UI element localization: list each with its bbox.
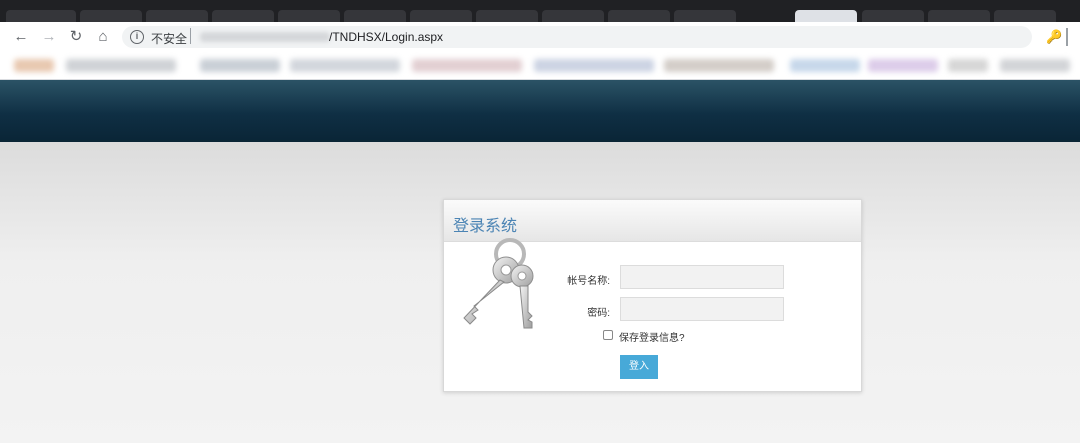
browser-tab[interactable] <box>476 10 538 22</box>
url-host-redacted <box>200 32 330 42</box>
keys-icon <box>463 238 534 329</box>
address-bar[interactable]: i 不安全 /TNDHSX/Login.aspx <box>122 26 1032 48</box>
browser-tab[interactable] <box>344 10 406 22</box>
browser-tab[interactable] <box>674 10 736 22</box>
info-icon[interactable]: i <box>130 30 144 44</box>
password-label: 密码: <box>587 308 610 319</box>
url-separator <box>190 28 191 44</box>
bookmark-item[interactable] <box>66 59 176 72</box>
login-title: 登录系统 <box>453 218 518 235</box>
username-input[interactable] <box>620 265 784 289</box>
bookmark-item[interactable] <box>868 59 938 72</box>
login-button[interactable]: 登入 <box>620 355 658 379</box>
security-status[interactable]: 不安全 <box>151 30 187 47</box>
browser-tab[interactable] <box>862 10 924 22</box>
forward-icon[interactable]: → <box>40 28 58 46</box>
remember-checkbox[interactable] <box>603 330 613 340</box>
key-icon[interactable]: 🔑 <box>1046 29 1062 45</box>
browser-tab[interactable] <box>410 10 472 22</box>
bookmarks-bar <box>0 52 1080 80</box>
username-label: 帐号名称: <box>567 276 610 287</box>
browser-tab-active[interactable] <box>795 10 857 22</box>
url-path[interactable]: /TNDHSX/Login.aspx <box>329 30 443 44</box>
page-banner <box>0 80 1080 142</box>
browser-tab[interactable] <box>928 10 990 22</box>
back-icon[interactable]: ← <box>12 28 30 46</box>
reload-icon[interactable]: ↻ <box>67 28 85 46</box>
remember-label[interactable]: 保存登录信息? <box>619 329 685 344</box>
browser-toolbar: ← → ↻ ⌂ i 不安全 /TNDHSX/Login.aspx 🔑 <box>0 22 1080 52</box>
bookmark-item[interactable] <box>664 59 774 72</box>
browser-tab[interactable] <box>6 10 76 22</box>
toolbar-divider <box>1066 28 1068 46</box>
browser-tabstrip <box>0 0 1080 22</box>
browser-tab[interactable] <box>278 10 340 22</box>
password-input[interactable] <box>620 297 784 321</box>
bookmark-item[interactable] <box>790 59 860 72</box>
bookmark-item[interactable] <box>200 59 280 72</box>
browser-tab[interactable] <box>608 10 670 22</box>
browser-tab[interactable] <box>994 10 1056 22</box>
browser-tab[interactable] <box>212 10 274 22</box>
browser-tab[interactable] <box>542 10 604 22</box>
bookmark-item[interactable] <box>14 59 54 72</box>
bookmark-item[interactable] <box>1000 59 1070 72</box>
bookmark-item[interactable] <box>534 59 654 72</box>
browser-tab[interactable] <box>146 10 208 22</box>
bookmark-item[interactable] <box>948 59 988 72</box>
login-panel: 登录系统 帐号名称: 密码: 保存登录信息? 登入 <box>443 199 862 392</box>
bookmark-item[interactable] <box>290 59 400 72</box>
bookmark-item[interactable] <box>412 59 522 72</box>
browser-tab[interactable] <box>80 10 142 22</box>
home-icon[interactable]: ⌂ <box>94 28 112 46</box>
